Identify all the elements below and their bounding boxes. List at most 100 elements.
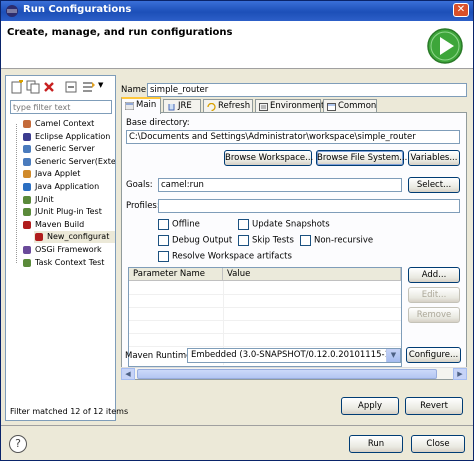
add-parameter-button[interactable]: Add... bbox=[408, 267, 460, 283]
delete-config-icon[interactable] bbox=[42, 80, 56, 94]
help-icon[interactable]: ? bbox=[9, 435, 27, 453]
window-title: Run Configurations bbox=[23, 4, 132, 15]
chevron-down-icon[interactable]: ▼ bbox=[386, 349, 400, 362]
variables-button[interactable]: Variables... bbox=[408, 150, 460, 166]
filter-input[interactable] bbox=[10, 100, 112, 114]
run-button[interactable]: Run bbox=[349, 435, 403, 453]
tree-item[interactable]: OSGi Framework bbox=[22, 244, 102, 256]
table-grid-line bbox=[129, 333, 401, 334]
tree-item[interactable]: Java Application bbox=[22, 181, 99, 193]
config-toolbar: ▼ bbox=[8, 78, 114, 96]
maven-icon bbox=[23, 220, 31, 229]
edit-parameter-button[interactable]: Edit... bbox=[408, 287, 460, 303]
tab-environment[interactable]: Environment bbox=[255, 99, 325, 113]
param-name-header[interactable]: Parameter Name bbox=[129, 268, 223, 281]
refresh-icon bbox=[207, 103, 216, 111]
tree-item-label: Generic Server(Exte bbox=[35, 156, 115, 166]
main-tab-icon bbox=[125, 102, 134, 110]
tree-item[interactable]: Java Applet bbox=[22, 168, 80, 180]
tree-item[interactable]: Generic Server(Exte bbox=[22, 156, 115, 168]
jre-icon bbox=[168, 104, 175, 111]
offline-checkbox-box[interactable] bbox=[158, 219, 169, 230]
goals-label: Goals: bbox=[126, 180, 153, 190]
tab-refresh[interactable]: Refresh bbox=[203, 99, 253, 113]
dialog-button-bar: ? Run Close bbox=[1, 425, 473, 460]
tree-item[interactable]: Task Context Test bbox=[22, 257, 104, 269]
non-recursive-checkbox[interactable]: Non-recursive bbox=[300, 235, 373, 246]
tree-item[interactable]: Camel Context bbox=[22, 118, 94, 130]
configure-button[interactable]: Configure... bbox=[406, 347, 461, 363]
horizontal-scrollbar[interactable]: ◀ ▶ bbox=[121, 367, 467, 380]
junit-icon bbox=[23, 208, 31, 217]
tree-item-label: Java Application bbox=[35, 182, 100, 191]
update-snapshots-checkbox[interactable]: Update Snapshots bbox=[238, 219, 330, 230]
skip-tests-box[interactable] bbox=[238, 235, 249, 246]
remove-parameter-button[interactable]: Remove bbox=[408, 307, 460, 323]
java-applet-icon bbox=[23, 170, 31, 179]
base-dir-input[interactable]: C:\Documents and Settings\Administrator\… bbox=[126, 130, 460, 144]
update-snapshots-box[interactable] bbox=[238, 219, 249, 230]
title-bar[interactable]: Run Configurations ✕ bbox=[1, 1, 473, 21]
param-value-header[interactable]: Value bbox=[223, 268, 401, 281]
resolve-workspace-checkbox[interactable]: Resolve Workspace artifacts bbox=[158, 251, 292, 262]
config-tree: Camel Context Eclipse Application Generic … bbox=[6, 118, 115, 338]
browse-workspace-button[interactable]: Browse Workspace... bbox=[224, 150, 313, 166]
tree-item[interactable]: New_configurat bbox=[34, 231, 115, 244]
debug-output-checkbox[interactable]: Debug Output bbox=[158, 235, 232, 246]
tree-item-label: Maven Build bbox=[35, 219, 85, 229]
tab-main[interactable]: Main bbox=[121, 97, 161, 114]
tree-item-label: New_configurat bbox=[47, 232, 110, 242]
maven-runtime-value: Embedded (3.0-SNAPSHOT/0.12.0.20101115-1… bbox=[191, 350, 401, 360]
apply-button[interactable]: Apply bbox=[341, 397, 399, 415]
new-config-icon[interactable] bbox=[10, 80, 24, 94]
osgi-icon bbox=[23, 246, 31, 254]
skip-tests-checkbox[interactable]: Skip Tests bbox=[238, 235, 294, 246]
scroll-thumb[interactable] bbox=[137, 369, 437, 379]
table-grid-line bbox=[129, 294, 401, 295]
configurations-panel: ▼ Camel Context Eclipse Application Generi… bbox=[5, 75, 128, 421]
tab-environment-label: Environment bbox=[270, 101, 325, 111]
eclipse-icon bbox=[6, 5, 18, 17]
tree-item[interactable]: JUnit Plug-in Test bbox=[22, 206, 102, 218]
debug-output-box[interactable] bbox=[158, 235, 169, 246]
junit-icon bbox=[23, 195, 31, 204]
offline-checkbox[interactable]: Offline bbox=[158, 219, 200, 230]
window-close-button[interactable]: ✕ bbox=[453, 3, 469, 17]
non-recursive-box[interactable] bbox=[300, 235, 311, 246]
name-input[interactable]: simple_router bbox=[147, 83, 467, 97]
scroll-left-icon[interactable]: ◀ bbox=[121, 368, 135, 380]
skip-tests-label: Skip Tests bbox=[252, 235, 294, 246]
tab-jre[interactable]: JRE bbox=[163, 99, 201, 113]
revert-button[interactable]: Revert bbox=[405, 397, 463, 415]
tree-item[interactable]: Maven Build bbox=[22, 219, 84, 231]
resolve-workspace-label: Resolve Workspace artifacts bbox=[172, 251, 292, 262]
close-button[interactable]: Close bbox=[411, 435, 465, 453]
goals-input[interactable]: camel:run bbox=[158, 178, 402, 192]
tree-item[interactable]: JUnit bbox=[22, 194, 54, 206]
duplicate-config-icon[interactable] bbox=[26, 80, 40, 94]
collapse-all-icon[interactable] bbox=[64, 80, 78, 94]
main-tab-panel: Base directory: C:\Documents and Setting… bbox=[121, 112, 467, 380]
scroll-right-icon[interactable]: ▶ bbox=[453, 368, 467, 380]
maven-runtime-select[interactable]: Embedded (3.0-SNAPSHOT/0.12.0.20101115-1… bbox=[187, 348, 401, 363]
browse-file-system-button[interactable]: Browse File System... bbox=[316, 150, 407, 166]
java-app-icon bbox=[23, 183, 31, 191]
profiles-input[interactable] bbox=[158, 199, 460, 213]
tree-item-label: Task Context Test bbox=[35, 257, 105, 267]
view-menu-icon[interactable]: ▼ bbox=[98, 81, 103, 89]
server-icon bbox=[23, 145, 31, 154]
maven-config-icon bbox=[35, 233, 43, 242]
tab-common[interactable]: Common bbox=[323, 99, 377, 113]
tab-jre-label: JRE bbox=[178, 101, 192, 111]
tree-item[interactable]: Eclipse Application bbox=[22, 131, 110, 143]
config-tabs: Main JRE Refresh Environment Common bbox=[121, 97, 467, 114]
environment-icon bbox=[259, 103, 268, 111]
tree-item[interactable]: Generic Server bbox=[22, 143, 95, 155]
filter-icon[interactable] bbox=[82, 80, 96, 94]
debug-output-label: Debug Output bbox=[172, 235, 233, 246]
select-button[interactable]: Select... bbox=[408, 177, 460, 193]
config-editor: Name: simple_router Main JRE Refresh Env… bbox=[119, 75, 469, 421]
name-label: Name: bbox=[121, 85, 149, 95]
filter-status: Filter matched 12 of 12 items bbox=[10, 407, 129, 416]
resolve-workspace-box[interactable] bbox=[158, 251, 169, 262]
